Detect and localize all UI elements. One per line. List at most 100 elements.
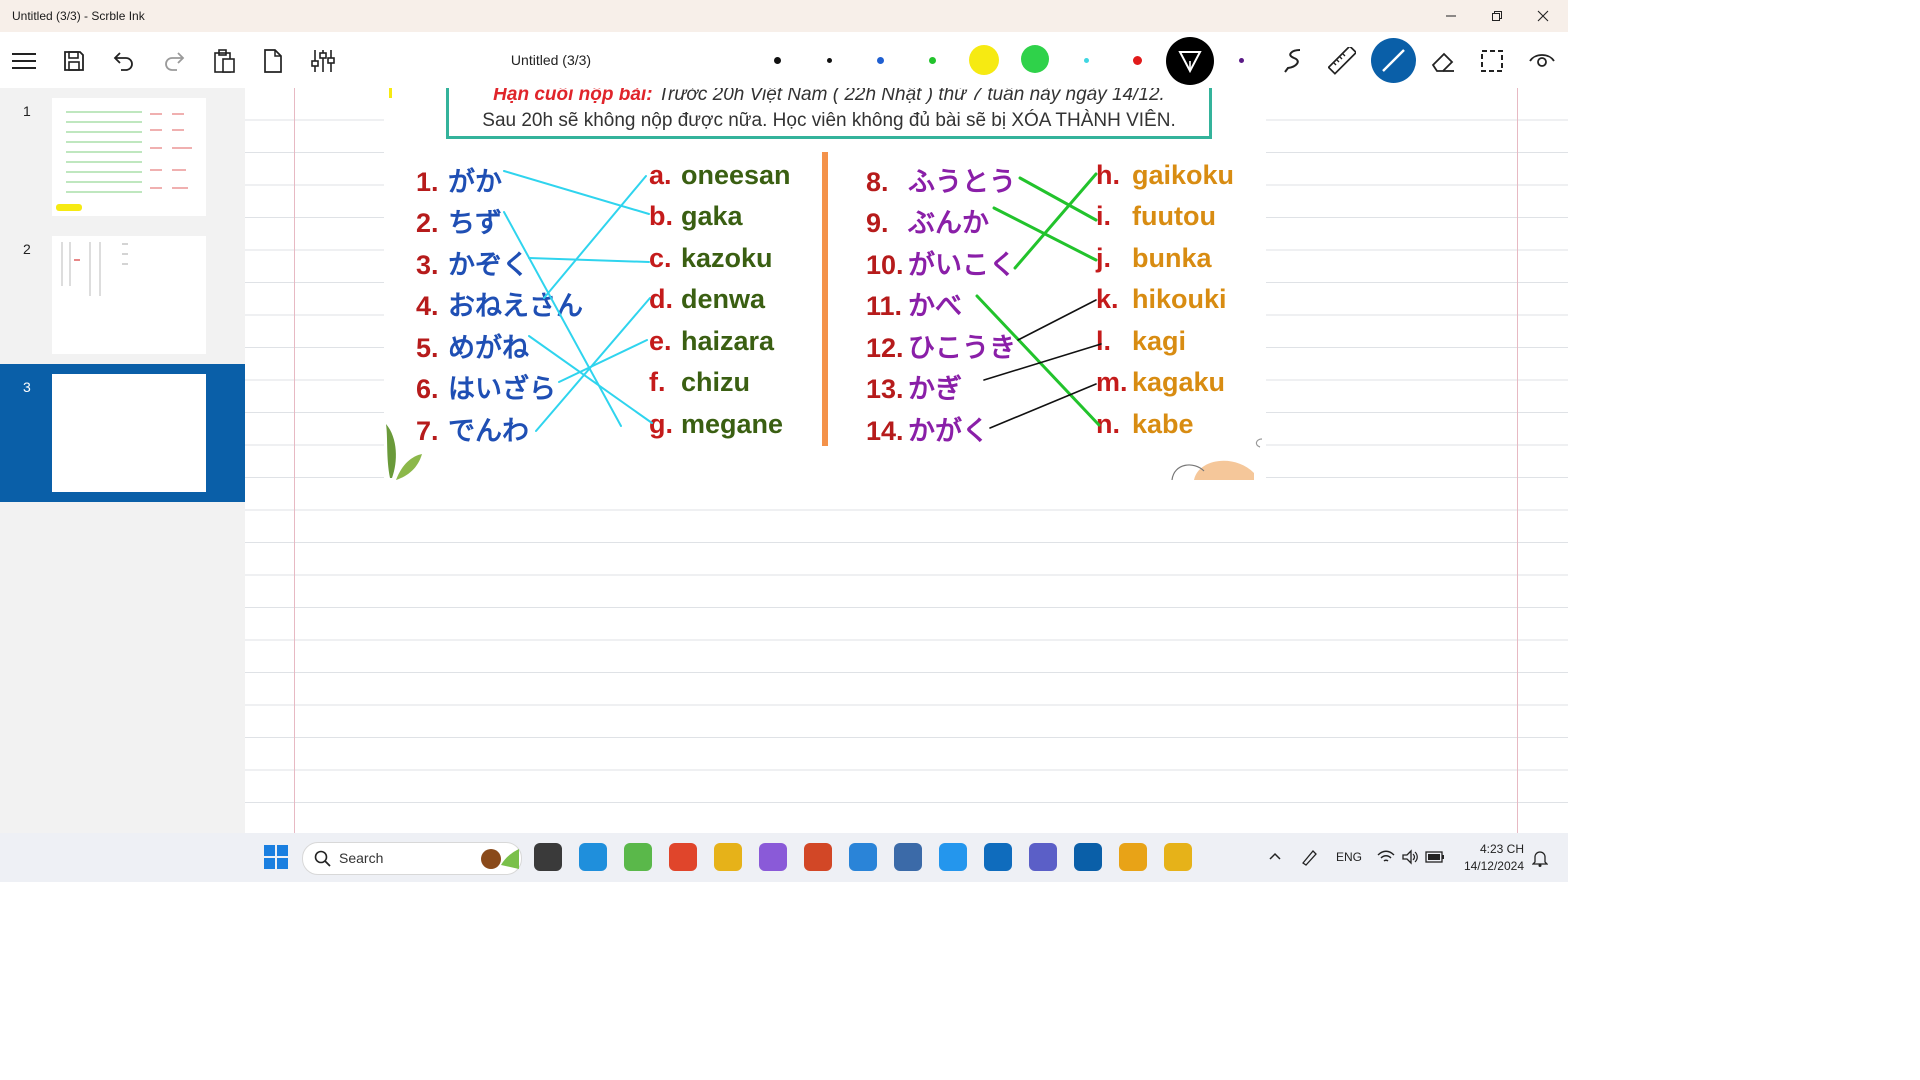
clipboard-icon	[214, 49, 235, 73]
eraser-button[interactable]	[1426, 44, 1460, 78]
scrble-ink-icon[interactable]	[1074, 843, 1102, 871]
lasso-button[interactable]	[1276, 44, 1310, 78]
undo-button[interactable]	[107, 44, 141, 78]
eraser-icon	[1431, 52, 1454, 72]
page-thumbnail-1[interactable]: 1	[0, 88, 245, 226]
menu-button[interactable]	[7, 44, 41, 78]
pen-selected-button[interactable]	[1166, 37, 1214, 85]
black-ink-stroke[interactable]	[1017, 299, 1097, 341]
fountain-pen-icon	[1178, 51, 1202, 74]
taskbar-search[interactable]: Search	[302, 842, 522, 875]
taskbar: Search ENG 4:23 CH 14/12/2024	[0, 833, 1568, 882]
page-thumbnail-image	[52, 374, 206, 492]
toolbar: Untitled (3/3)	[0, 32, 1568, 88]
pen-blue[interactable]	[877, 57, 884, 64]
vscode-icon[interactable]	[849, 843, 877, 871]
edge-icon[interactable]	[579, 843, 607, 871]
window-title: Untitled (3/3) - Scrble Ink	[12, 9, 145, 23]
wifi-icon[interactable]	[1377, 849, 1395, 865]
ink-canvas[interactable]: Hạn cuối nộp bài: Trước 20h Việt Nam ( 2…	[245, 88, 1568, 833]
ink-strokes	[503, 170, 1102, 432]
explorer-icon[interactable]	[534, 843, 562, 871]
settings-button[interactable]	[306, 44, 340, 78]
green-ink-stroke[interactable]	[1018, 176, 1098, 222]
eye-icon	[1529, 54, 1555, 67]
redo-button[interactable]	[157, 44, 191, 78]
pen-black-thin[interactable]	[827, 58, 832, 63]
chevron-up-icon[interactable]	[1268, 851, 1282, 861]
black-ink-stroke[interactable]	[983, 343, 1102, 381]
minimize-button[interactable]	[1428, 0, 1474, 32]
cyan-ink-stroke[interactable]	[503, 211, 622, 427]
start-button[interactable]	[262, 843, 290, 871]
line-icon	[1382, 49, 1405, 72]
brave-icon[interactable]	[669, 843, 697, 871]
coccoc-icon[interactable]	[624, 843, 652, 871]
cyan-ink-stroke[interactable]	[528, 335, 653, 424]
pen-red[interactable]	[1133, 56, 1142, 65]
cyan-ink-stroke[interactable]	[535, 297, 651, 432]
close-button[interactable]	[1520, 0, 1566, 32]
docker-icon[interactable]	[939, 843, 967, 871]
sliders-icon	[311, 50, 335, 72]
battery-icon[interactable]	[1425, 850, 1445, 864]
highlighter-yellow[interactable]	[969, 45, 999, 75]
page-number: 1	[23, 103, 31, 119]
title-bar: Untitled (3/3) - Scrble Ink	[0, 0, 1568, 32]
page-thumbnail-2[interactable]: 2	[0, 226, 245, 364]
chrome-icon[interactable]	[1164, 843, 1192, 871]
cyan-ink-stroke[interactable]	[558, 339, 648, 383]
page-thumbnail-image	[52, 236, 206, 354]
pen-black-thick[interactable]	[774, 57, 781, 64]
search-icon	[314, 850, 331, 867]
document-title: Untitled (3/3)	[510, 52, 592, 68]
minimize-icon	[1446, 15, 1456, 17]
powerpoint-icon[interactable]	[804, 843, 832, 871]
restore-button[interactable]	[1474, 0, 1520, 32]
cyan-ink-stroke[interactable]	[543, 175, 647, 299]
clock-date[interactable]: 14/12/2024	[1460, 859, 1524, 873]
pen-menu-icon[interactable]	[1300, 848, 1318, 866]
green-ink-stroke[interactable]	[975, 294, 1101, 427]
clock-time[interactable]: 4:23 CH	[1462, 842, 1524, 856]
page-number: 3	[23, 379, 31, 395]
line-tool-button[interactable]	[1371, 38, 1416, 83]
squiggle-icon	[1284, 49, 1301, 73]
right-margin-line	[1517, 88, 1518, 833]
search-highlight-icon	[481, 849, 519, 869]
save-button[interactable]	[57, 44, 91, 78]
select-button[interactable]	[1475, 44, 1509, 78]
windows-logo-icon	[264, 845, 288, 869]
chrome-icon[interactable]	[714, 843, 742, 871]
outlook-icon[interactable]	[984, 843, 1012, 871]
page-number: 2	[23, 241, 31, 257]
selection-box-icon	[1481, 50, 1503, 72]
restore-icon	[1492, 11, 1502, 21]
notification-bell-icon[interactable]	[1532, 849, 1548, 867]
pen-cyan[interactable]	[1084, 58, 1089, 63]
teams-icon[interactable]	[1029, 843, 1057, 871]
paste-button[interactable]	[207, 44, 241, 78]
undo-icon	[113, 52, 133, 71]
copilot-icon[interactable]	[759, 843, 787, 871]
redo-icon	[165, 52, 185, 71]
close-icon	[1537, 10, 1549, 22]
page-thumbnail-3[interactable]: 3	[0, 364, 245, 502]
left-margin-line	[294, 88, 295, 833]
photos-icon[interactable]	[1119, 843, 1147, 871]
language-indicator[interactable]: ENG	[1336, 850, 1362, 864]
ruler-icon	[1328, 47, 1356, 75]
pasted-worksheet-image[interactable]: Hạn cuối nộp bài: Trước 20h Việt Nam ( 2…	[384, 88, 1266, 480]
cyan-ink-stroke[interactable]	[503, 170, 650, 215]
ruler-button[interactable]	[1325, 44, 1359, 78]
view-button[interactable]	[1525, 44, 1559, 78]
search-label: Search	[339, 850, 384, 866]
pen-purple[interactable]	[1239, 58, 1244, 63]
highlighter-green[interactable]	[1021, 45, 1049, 73]
page-icon	[264, 49, 282, 73]
sql-icon[interactable]	[894, 843, 922, 871]
cyan-ink-stroke[interactable]	[528, 257, 650, 263]
pen-green[interactable]	[929, 57, 936, 64]
volume-icon[interactable]	[1401, 849, 1419, 865]
new-page-button[interactable]	[256, 44, 290, 78]
